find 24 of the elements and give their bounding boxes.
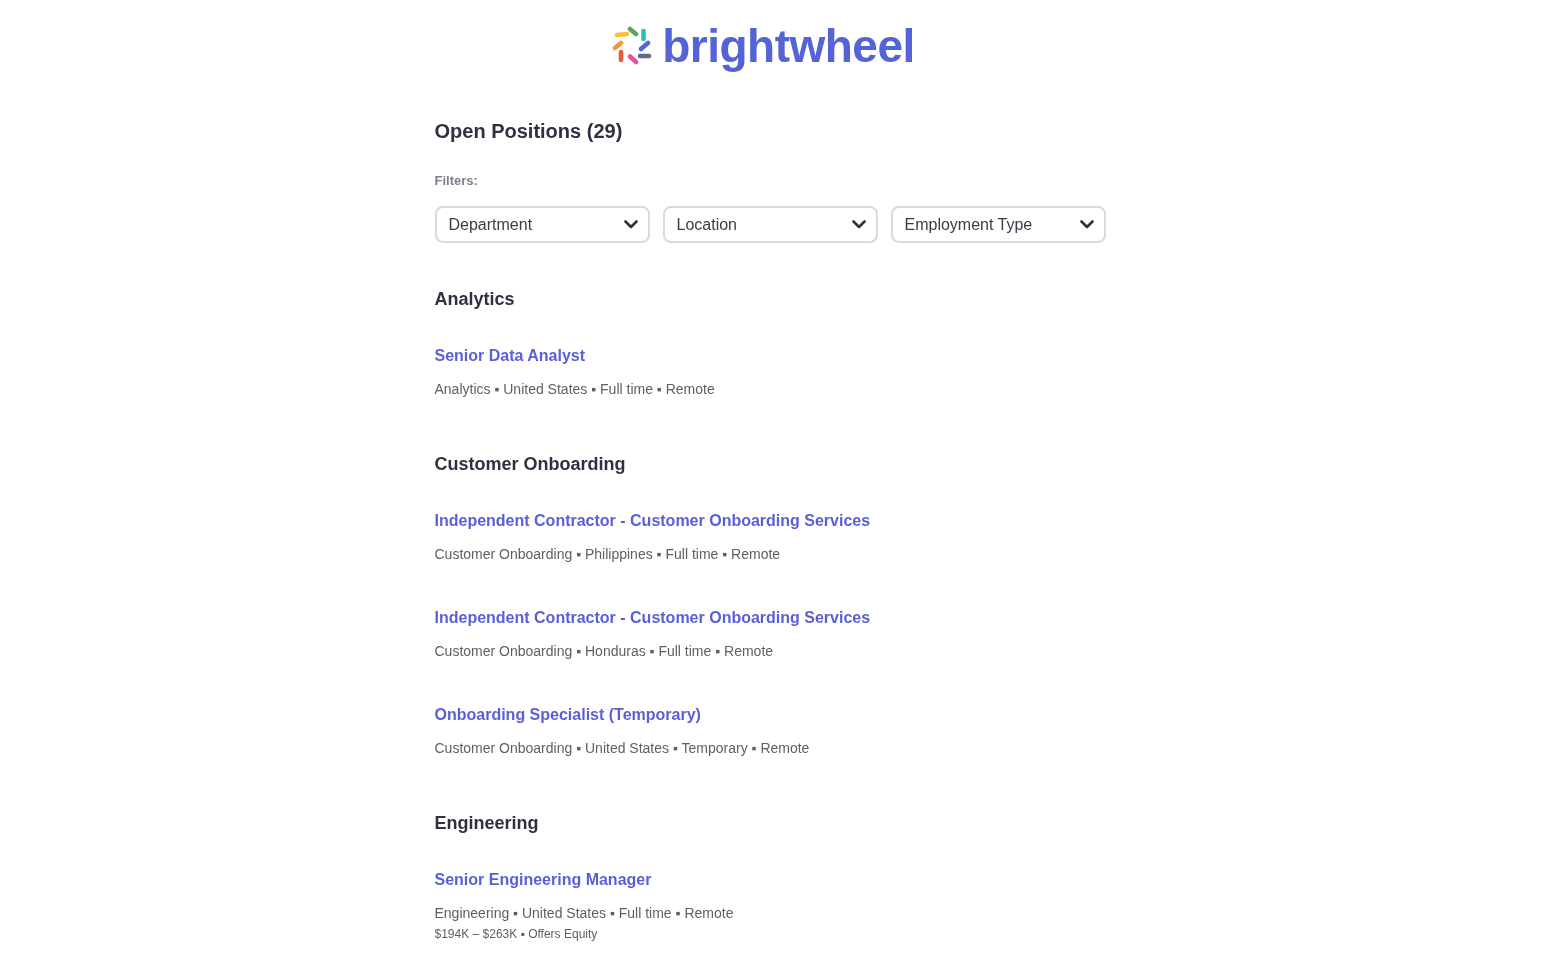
job-details: Customer Onboarding ▪ Philippines ▪ Full time ▪ Remote xyxy=(434,545,781,564)
brand-name: brightwheel xyxy=(662,20,915,72)
job-title-link[interactable]: Independent Contractor - Customer Onboarding Services xyxy=(434,606,871,630)
filter-dropdown[interactable]: Employment Type xyxy=(890,206,1106,243)
chevron-down-icon xyxy=(1079,220,1094,229)
job-details: Analytics ▪ United States ▪ Full time ▪ Remote xyxy=(434,380,715,399)
job-details: Engineering ▪ United States ▪ Full time ▪ Remote xyxy=(434,904,734,923)
job-title-link[interactable]: Independent Contractor - Customer Onboarding Services xyxy=(434,509,871,533)
job-title-link[interactable]: Onboarding Specialist (Temporary) xyxy=(434,703,701,727)
filter-dropdown[interactable]: Department xyxy=(434,206,650,243)
page-heading: Open Positions (29) xyxy=(434,119,624,144)
logo-icon xyxy=(612,26,653,66)
job-title-link[interactable]: Senior Data Analyst xyxy=(434,344,586,368)
department-heading: Analytics xyxy=(434,288,516,311)
salary-range: $194K – $263K ▪ Offers Equity xyxy=(434,926,598,942)
job-details: Customer Onboarding ▪ United States ▪ Temporary ▪ Remote xyxy=(434,739,810,758)
department-heading: Engineering xyxy=(434,812,540,835)
job-title-link[interactable]: Senior Engineering Manager xyxy=(434,868,652,892)
department-heading: Customer Onboarding xyxy=(434,453,627,476)
chevron-down-icon xyxy=(851,220,866,229)
filters-label: Filters: xyxy=(434,172,479,190)
filter-dropdown[interactable]: Location xyxy=(662,206,878,243)
job-details: Customer Onboarding ▪ Honduras ▪ Full time ▪ Remote xyxy=(434,642,774,661)
chevron-down-icon xyxy=(623,220,638,229)
